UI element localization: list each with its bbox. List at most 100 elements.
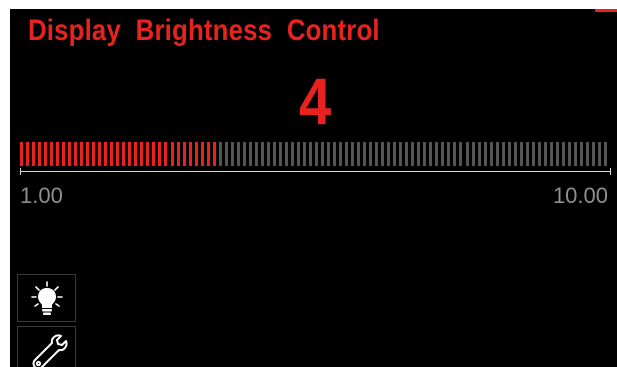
meter-segment-active [152,142,156,166]
scale-line [20,171,611,172]
meter-segment-inactive [278,142,282,166]
meter-segment-inactive [218,142,222,166]
scale-tick-min [20,168,21,175]
meter-segment-inactive [272,142,276,166]
range-min-label: 1.00 [20,183,63,208]
meter-segment-inactive [381,142,385,166]
meter-segment-active [50,142,54,166]
meter-segment-inactive [567,142,571,166]
meter-segment-inactive [357,142,361,166]
meter-segment-active [86,142,90,166]
meter-segment-inactive [248,142,252,166]
meter-segment-inactive [351,142,355,166]
wrench-button[interactable] [17,326,76,367]
lightbulb-icon [31,281,63,315]
page-title: Display Brightness Control [28,14,380,47]
meter-segment-inactive [519,142,523,166]
meter-segment-inactive [230,142,234,166]
lightbulb-button[interactable] [17,274,76,322]
meter-segment-inactive [369,142,373,166]
meter-segment-inactive [483,142,487,166]
meter-segment-active [32,142,36,166]
meter-segment-inactive [477,142,481,166]
meter-segment-active [122,142,126,166]
meter-segment-inactive [549,142,553,166]
meter-segment-inactive [531,142,535,166]
meter-segment-active [140,142,144,166]
meter-segment-active [110,142,114,166]
meter-segment-inactive [561,142,565,166]
meter-segment-inactive [236,142,240,166]
meter-segment-inactive [363,142,367,166]
meter-segment-inactive [555,142,559,166]
meter-segment-inactive [537,142,541,166]
meter-segment-inactive [597,142,601,166]
meter-segment-active [68,142,72,166]
scale-tick-max [610,168,611,175]
meter-segment-inactive [501,142,505,166]
meter-segment-active [92,142,96,166]
meter-segment-inactive [308,142,312,166]
meter-segment-inactive [603,142,607,166]
meter-segment-active [56,142,60,166]
meter-segment-inactive [302,142,306,166]
meter-segment-active [62,142,66,166]
meter-segment-active [98,142,102,166]
meter-segment-inactive [333,142,337,166]
meter-segment-inactive [339,142,343,166]
meter-segment-inactive [375,142,379,166]
meter-segment-active [188,142,192,166]
meter-segment-active [134,142,138,166]
meter-segment-active [170,142,174,166]
meter-segment-inactive [387,142,391,166]
meter-segment-active [44,142,48,166]
meter-segment-active [80,142,84,166]
range-max-label: 10.00 [552,183,608,208]
meter-segment-active [128,142,132,166]
meter-segment-inactive [321,142,325,166]
top-accent-bar [595,9,617,12]
meter-segment-active [26,142,30,166]
meter-segment-active [212,142,216,166]
meter-segment-active [176,142,180,166]
meter-segment-inactive [224,142,228,166]
meter-segment-active [74,142,78,166]
meter-segment-inactive [453,142,457,166]
meter-segment-inactive [327,142,331,166]
meter-segment-inactive [591,142,595,166]
meter-segment-active [116,142,120,166]
meter-segment-inactive [411,142,415,166]
brightness-level-meter[interactable] [20,142,610,166]
meter-segment-inactive [260,142,264,166]
meter-segment-inactive [284,142,288,166]
meter-segment-inactive [393,142,397,166]
meter-segment-active [20,142,23,166]
wrench-icon [32,334,68,367]
meter-segment-active [164,142,168,166]
meter-segment-inactive [543,142,547,166]
meter-segment-inactive [254,142,258,166]
meter-segment-inactive [489,142,493,166]
meter-segment-inactive [429,142,433,166]
meter-segment-inactive [405,142,409,166]
meter-segment-inactive [399,142,403,166]
meter-segment-inactive [296,142,300,166]
meter-segment-inactive [495,142,499,166]
meter-segment-active [206,142,210,166]
meter-segment-inactive [290,142,294,166]
meter-segment-inactive [579,142,583,166]
meter-segment-active [200,142,204,166]
meter-segment-active [182,142,186,166]
meter-segment-inactive [417,142,421,166]
meter-segment-inactive [525,142,529,166]
meter-segment-inactive [242,142,246,166]
brightness-value: 4 [298,64,332,138]
meter-segment-inactive [315,142,318,166]
meter-segment-inactive [423,142,427,166]
meter-segment-active [146,142,150,166]
meter-segment-inactive [585,142,589,166]
meter-segment-inactive [459,142,463,166]
meter-segment-inactive [435,142,439,166]
meter-segment-inactive [513,142,517,166]
meter-segment-active [194,142,198,166]
